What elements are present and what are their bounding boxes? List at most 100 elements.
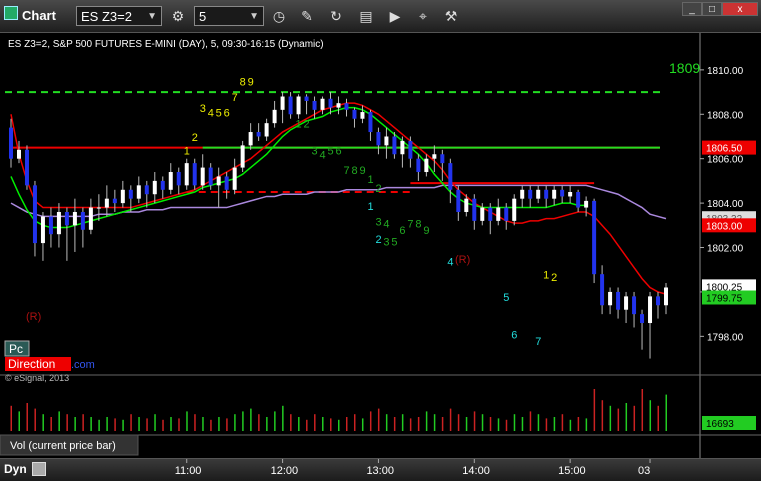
candle-body <box>9 127 13 159</box>
candle-body <box>160 180 165 190</box>
volume-bar <box>625 403 628 431</box>
volume-label: Vol (current price bar) <box>10 440 116 452</box>
studies-icon[interactable]: ▤ <box>355 5 377 27</box>
candle-body <box>360 112 365 119</box>
candle-body <box>280 96 285 110</box>
candle-body <box>496 207 501 221</box>
volume-pane: 16693 <box>10 389 756 431</box>
x-tick-label: 15:00 <box>558 465 586 477</box>
play-icon[interactable]: ▶ <box>384 5 406 27</box>
count-label: 6 <box>224 108 230 120</box>
candle-body <box>112 198 117 204</box>
maximize-button[interactable]: □ <box>702 2 722 16</box>
candle-body <box>264 123 269 137</box>
volume-bar <box>34 408 36 431</box>
interval-combo[interactable]: 5 ▼ <box>194 6 264 26</box>
volume-bar <box>409 418 412 431</box>
volume-bar <box>314 414 316 431</box>
count-label: 2 <box>375 183 381 195</box>
clock-icon[interactable]: ◷ <box>268 5 290 27</box>
candle-body <box>576 192 581 208</box>
volume-bar <box>401 414 404 431</box>
volume-bar <box>242 411 244 431</box>
candle-body <box>56 211 61 235</box>
count-label: 6 <box>336 145 342 157</box>
volume-bar <box>26 403 28 431</box>
volume-bar <box>138 417 140 431</box>
volume-bar <box>306 419 308 431</box>
volume-bar <box>657 405 660 431</box>
chart-window: Chart ES Z3=2 ▼ ⚙ 5 ▼ ◷ ✎ ↻ ▤ ▶ ⌖ ⚒ _ □ … <box>0 0 761 481</box>
chart-canvas: 123 4 5 678 91 23 4 5 67 8 91213 42 3 567 8945671 2 181… <box>0 33 761 458</box>
link-icon[interactable]: ⚙ <box>167 5 189 27</box>
title-bar: Chart ES Z3=2 ▼ ⚙ 5 ▼ ◷ ✎ ↻ ▤ ▶ ⌖ ⚒ _ □ … <box>0 0 761 33</box>
candle-body <box>344 103 349 110</box>
x-tick-label: 14:00 <box>462 465 490 477</box>
count-label: 5 <box>391 236 397 248</box>
volume-bar <box>393 417 396 431</box>
count-label: 2 <box>304 119 310 131</box>
volume-bar <box>385 414 388 431</box>
volume-bar <box>505 419 508 431</box>
hline-label: 1809 <box>669 60 700 76</box>
candle-body <box>184 163 189 186</box>
candle-body <box>288 96 293 115</box>
count-label: 5 <box>216 108 222 120</box>
candle-body <box>616 291 621 310</box>
candle-body <box>648 296 653 324</box>
candle-body <box>656 296 661 306</box>
candle-body <box>520 189 525 199</box>
volume-bar <box>154 414 156 431</box>
volume-bar <box>353 414 356 431</box>
count-label: 3 <box>312 145 318 157</box>
candle-body <box>176 172 181 186</box>
count-label: 9 <box>248 76 254 88</box>
count-label: 2 <box>551 272 557 284</box>
volume-bar <box>322 417 324 431</box>
candle-body <box>480 207 485 221</box>
volume-bar <box>425 411 428 431</box>
count-label: 1 <box>296 119 302 131</box>
count-label: 2 <box>192 132 198 144</box>
volume-bar <box>266 417 268 431</box>
minimize-button[interactable]: _ <box>682 2 702 16</box>
options-icon[interactable]: ⚒ <box>440 5 462 27</box>
volume-bar <box>258 414 260 431</box>
count-label: 1 <box>367 174 373 186</box>
y-tick-label: 1806.00 <box>707 155 744 166</box>
candle-body <box>504 207 509 221</box>
candle-body <box>64 211 69 226</box>
volume-bar <box>457 414 460 431</box>
count-label: 3 <box>375 216 381 228</box>
candle-body <box>152 180 157 195</box>
x-tick-label: 13:00 <box>366 465 394 477</box>
volume-bar <box>417 417 420 431</box>
candle-body <box>536 189 541 199</box>
volume-tag-label: 16693 <box>706 419 734 430</box>
status-bar: Dyn 11:00 12:00 13:00 14:00 15:00 03 <box>0 458 761 481</box>
count-label: 5 <box>328 145 334 157</box>
volume-bar <box>194 414 196 431</box>
symbol-combo[interactable]: ES Z3=2 ▼ <box>76 6 162 26</box>
price-tag-label: 1806.50 <box>706 144 743 155</box>
candle-body <box>512 198 517 221</box>
volume-bar <box>585 418 588 431</box>
refresh-icon[interactable]: ↻ <box>325 5 347 27</box>
volume-bar <box>601 400 604 431</box>
watermark-direction: Direction <box>8 357 55 371</box>
tools-icon[interactable]: ⌖ <box>412 5 434 27</box>
candle-body <box>456 189 461 212</box>
close-button[interactable]: x <box>722 2 758 16</box>
volume-bar <box>609 405 612 431</box>
candle-body <box>272 109 277 124</box>
candle-body <box>584 200 589 208</box>
candles <box>9 92 668 359</box>
candle-body <box>592 200 597 275</box>
candle-body <box>368 112 373 133</box>
candle-body <box>664 287 668 306</box>
x-tick-label: 12:00 <box>271 465 299 477</box>
volume-bar <box>290 414 292 431</box>
pencil-icon[interactable]: ✎ <box>296 5 318 27</box>
count-label: 6 <box>511 330 517 342</box>
candle-body <box>600 274 605 306</box>
